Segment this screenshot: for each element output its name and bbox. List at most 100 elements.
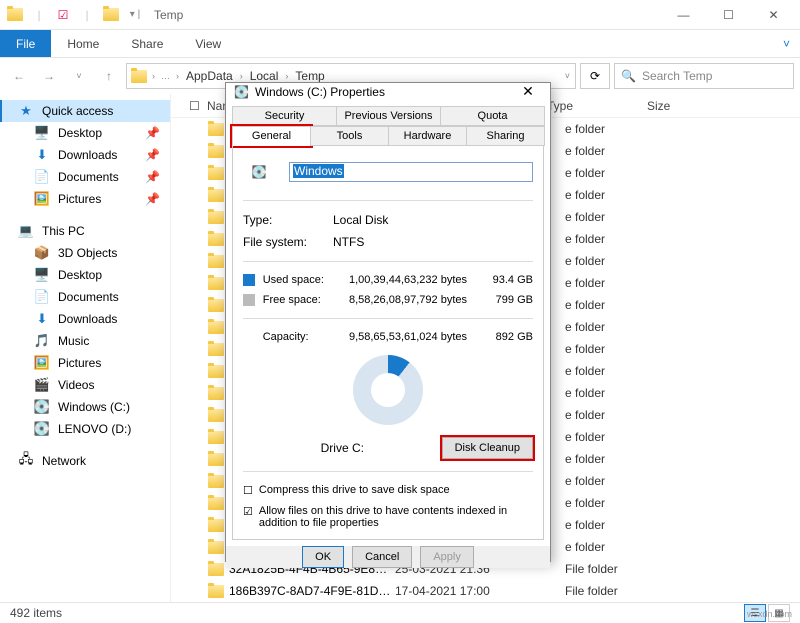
sidebar-item-music[interactable]: 🎵Music (0, 330, 170, 352)
search-icon: 🔍 (621, 69, 636, 83)
nav-recent-button[interactable]: ˅ (66, 63, 92, 89)
file-menu[interactable]: File (0, 30, 51, 57)
tab-general[interactable]: General (232, 126, 311, 146)
file-type: e folder (565, 518, 665, 532)
tab-home[interactable]: Home (51, 30, 115, 57)
drive-large-icon: 💽 (243, 156, 275, 188)
select-all-checkbox[interactable]: ☐ (189, 99, 207, 113)
address-history-icon[interactable]: ˅ (564, 71, 571, 81)
folder-icon (207, 450, 225, 468)
disk-cleanup-button[interactable]: Disk Cleanup (442, 437, 533, 459)
drive-label: Drive C: (243, 441, 442, 455)
tab-previous-versions[interactable]: Previous Versions (336, 106, 441, 126)
dialog-titlebar[interactable]: 💽 Windows (C:) Properties ✕ (226, 83, 550, 100)
folder-icon (207, 120, 225, 138)
tab-quota[interactable]: Quota (440, 106, 545, 126)
folder-icon (207, 274, 225, 292)
used-label: Used space: (263, 274, 341, 286)
sidebar-item-videos[interactable]: 🎬Videos (0, 374, 170, 396)
tab-view[interactable]: View (179, 30, 237, 57)
cancel-button[interactable]: Cancel (352, 546, 412, 568)
dialog-close-button[interactable]: ✕ (514, 83, 542, 100)
qat-folder-icon[interactable] (100, 4, 122, 26)
folder-icon (207, 142, 225, 160)
file-type: e folder (565, 122, 665, 136)
dialog-tabs: Security Previous Versions Quota General… (226, 100, 550, 146)
star-icon: ★ (18, 103, 34, 119)
chevron-right-icon[interactable]: … (160, 71, 171, 81)
capacity-label: Capacity: (263, 331, 341, 343)
sidebar-item-desktop[interactable]: 🖥️Desktop📌 (0, 122, 170, 144)
search-input[interactable]: 🔍 Search Temp (614, 63, 794, 89)
nav-up-button[interactable]: ↑ (96, 63, 122, 89)
type-label: Type: (243, 213, 323, 227)
file-type: e folder (565, 496, 665, 510)
sidebar-item-3d[interactable]: 📦3D Objects (0, 242, 170, 264)
pin-icon: 📌 (145, 126, 160, 140)
apply-button[interactable]: Apply (420, 546, 474, 568)
folder-icon (207, 340, 225, 358)
qat-separator: | (76, 4, 98, 26)
folder-icon (207, 472, 225, 490)
file-type: File folder (565, 562, 665, 576)
sidebar-item-documents[interactable]: 📄Documents (0, 286, 170, 308)
dialog-buttons: OK Cancel Apply (226, 546, 550, 568)
chevron-right-icon[interactable]: › (239, 71, 244, 81)
ribbon-expand-icon[interactable]: ˅ (773, 30, 800, 57)
tab-sharing[interactable]: Sharing (466, 126, 545, 146)
nav-back-button[interactable]: ← (6, 63, 32, 89)
col-size[interactable]: Size (647, 99, 727, 113)
close-button[interactable]: ✕ (751, 1, 796, 29)
documents-icon: 📄 (34, 169, 50, 185)
folder-icon (207, 428, 225, 446)
tab-tools[interactable]: Tools (310, 126, 389, 146)
properties-dialog: 💽 Windows (C:) Properties ✕ Security Pre… (225, 82, 551, 562)
tab-share[interactable]: Share (115, 30, 179, 57)
network[interactable]: 🖧Network (0, 450, 170, 472)
chevron-right-icon[interactable]: › (284, 71, 289, 81)
folder-icon (207, 362, 225, 380)
free-gb: 799 GB (484, 294, 533, 306)
sidebar-item-pictures[interactable]: 🖼️Pictures📌 (0, 188, 170, 210)
list-item[interactable]: 186B397C-8AD7-4F9E-81DA-43AFF4F6...17-04… (189, 580, 800, 602)
used-color-icon (243, 274, 255, 286)
item-count: 492 items (10, 606, 62, 620)
col-type[interactable]: Type (547, 99, 647, 113)
crumb-appdata[interactable]: AppData (184, 69, 235, 83)
volume-name-input[interactable]: Windows (289, 162, 533, 182)
file-type: e folder (565, 144, 665, 158)
qat-properties-icon[interactable]: ☑ (52, 4, 74, 26)
file-name: 186B397C-8AD7-4F9E-81DA-43AFF4F6... (225, 584, 395, 598)
pin-icon: 📌 (145, 148, 160, 162)
ok-button[interactable]: OK (302, 546, 344, 568)
sidebar-item-pictures[interactable]: 🖼️Pictures (0, 352, 170, 374)
chevron-right-icon[interactable]: › (151, 71, 156, 81)
sidebar-item-documents[interactable]: 📄Documents📌 (0, 166, 170, 188)
folder-icon (207, 406, 225, 424)
file-type: e folder (565, 540, 665, 554)
chevron-right-icon[interactable]: › (175, 71, 180, 81)
crumb-temp[interactable]: Temp (293, 69, 326, 83)
sidebar-item-downloads[interactable]: ⬇Downloads (0, 308, 170, 330)
capacity-gb: 892 GB (484, 331, 533, 343)
tab-hardware[interactable]: Hardware (388, 126, 467, 146)
file-type: e folder (565, 342, 665, 356)
sidebar-item-d-drive[interactable]: 💽LENOVO (D:) (0, 418, 170, 440)
minimize-button[interactable]: — (661, 1, 706, 29)
crumb-local[interactable]: Local (248, 69, 281, 83)
file-type: e folder (565, 276, 665, 290)
folder-icon (207, 560, 225, 578)
file-type: e folder (565, 452, 665, 466)
sidebar-item-desktop[interactable]: 🖥️Desktop (0, 264, 170, 286)
index-checkbox[interactable]: ☑ (243, 505, 253, 518)
refresh-button[interactable]: ⟳ (580, 63, 610, 89)
this-pc[interactable]: 💻This PC (0, 220, 170, 242)
maximize-button[interactable]: ☐ (706, 1, 751, 29)
nav-forward-button[interactable]: → (36, 63, 62, 89)
quick-access[interactable]: ★ Quick access (0, 100, 170, 122)
tab-security[interactable]: Security (232, 106, 337, 126)
sidebar-item-c-drive[interactable]: 💽Windows (C:) (0, 396, 170, 418)
qat-dropdown-icon[interactable]: ▾ | (124, 4, 146, 26)
sidebar-item-downloads[interactable]: ⬇Downloads📌 (0, 144, 170, 166)
compress-checkbox[interactable]: ☐ (243, 484, 253, 497)
